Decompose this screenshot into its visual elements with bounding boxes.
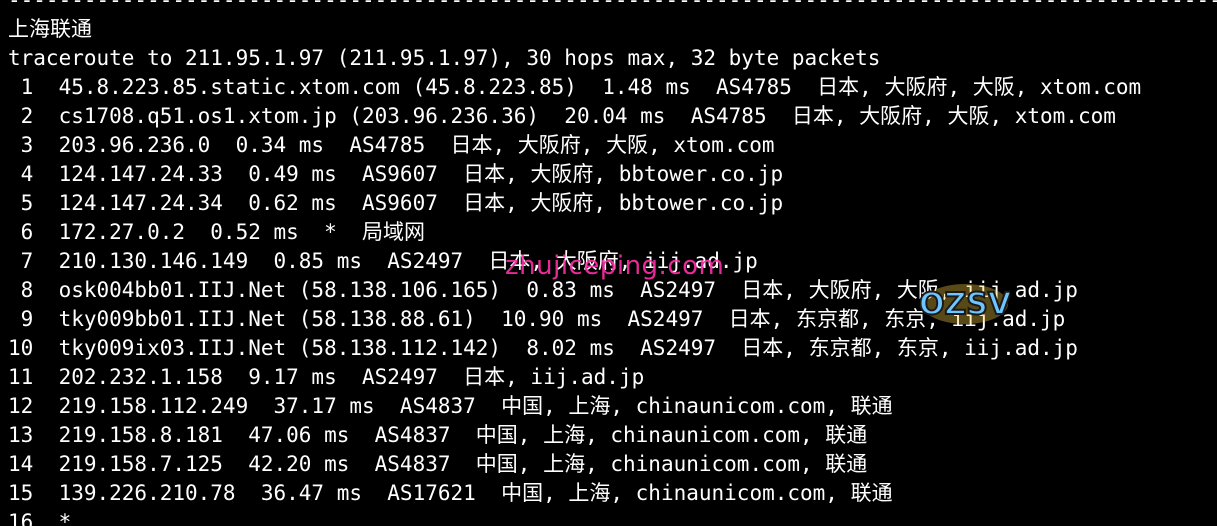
hop-line: 4 124.147.24.33 0.49 ms AS9607 日本, 大阪府, … bbox=[8, 162, 784, 186]
logo-text: OZSV bbox=[920, 287, 1010, 322]
hop-line: 15 139.226.210.78 36.47 ms AS17621 中国, 上… bbox=[8, 481, 893, 505]
watermark-text: zhujiceping.com bbox=[505, 251, 725, 281]
hop-line: 13 219.158.8.181 47.06 ms AS4837 中国, 上海,… bbox=[8, 423, 868, 447]
hop-line: 1 45.8.223.85.static.xtom.com (45.8.223.… bbox=[8, 75, 1142, 99]
hop-line: 11 202.232.1.158 9.17 ms AS2497 日本, iij.… bbox=[8, 365, 645, 389]
hop-line: 12 219.158.112.249 37.17 ms AS4837 中国, 上… bbox=[8, 394, 893, 418]
hop-line: 5 124.147.24.34 0.62 ms AS9607 日本, 大阪府, … bbox=[8, 191, 784, 215]
hop-line: 9 tky009bb01.IIJ.Net (58.138.88.61) 10.9… bbox=[8, 307, 1066, 331]
hop-line: 14 219.158.7.125 42.20 ms AS4837 中国, 上海,… bbox=[8, 452, 868, 476]
ozsv-logo: OZSV bbox=[918, 281, 1013, 327]
hop-line: 16 * bbox=[8, 510, 72, 526]
hop-line: 6 172.27.0.2 0.52 ms * 局域网 bbox=[8, 220, 426, 244]
traceroute-header: traceroute to 211.95.1.97 (211.95.1.97),… bbox=[8, 46, 881, 70]
hop-line: 10 tky009ix03.IIJ.Net (58.138.112.142) 8… bbox=[8, 336, 1078, 360]
hop-line: 3 203.96.236.0 0.34 ms AS4785 日本, 大阪府, 大… bbox=[8, 133, 775, 157]
hop-line: 2 cs1708.q51.os1.xtom.jp (203.96.236.36)… bbox=[8, 104, 1116, 128]
separator-line: ----------------------------------------… bbox=[8, 0, 1217, 12]
terminal-window[interactable]: ----------------------------------------… bbox=[0, 0, 1217, 526]
section-title: 上海联通 bbox=[8, 17, 92, 41]
